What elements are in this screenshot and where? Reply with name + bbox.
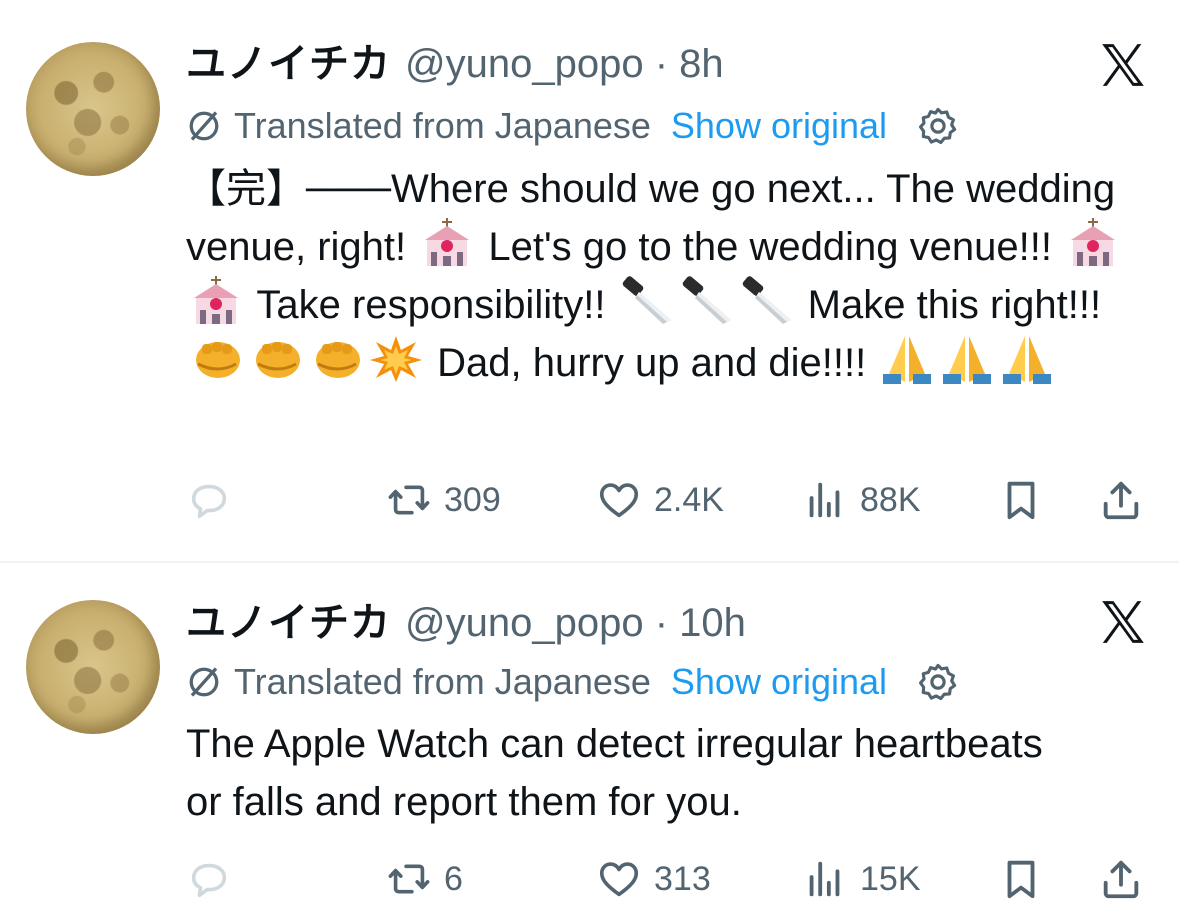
translated-label: Translated from Japanese xyxy=(234,105,651,146)
bookmark-button[interactable] xyxy=(998,849,1044,909)
translate-icon xyxy=(189,111,219,141)
like-count: 313 xyxy=(654,859,711,898)
share-button[interactable] xyxy=(1098,849,1144,909)
tweet-text-part: Let's go to the wedding venue!!! xyxy=(477,225,1064,269)
tweet-text-part: Make this right!!! xyxy=(796,283,1102,327)
reply-button[interactable] xyxy=(186,849,232,909)
user-handle[interactable]: @yuno_popo xyxy=(405,42,644,86)
share-icon xyxy=(1103,860,1139,899)
like-button[interactable]: 2.4K xyxy=(596,470,724,530)
like-button[interactable]: 313 xyxy=(596,849,711,909)
tweet-text: The Apple Watch can detect irregular hea… xyxy=(186,722,1043,824)
display-name[interactable]: ユノイチカ xyxy=(186,601,391,645)
translation-notice: Translated from Japanese Show original xyxy=(186,104,959,148)
display-name[interactable]: ユノイチカ xyxy=(186,42,391,86)
timestamp[interactable]: 8h xyxy=(679,42,724,86)
separator-dot: · xyxy=(654,42,669,86)
separator-dot: · xyxy=(654,601,669,645)
folded-hands-emoji xyxy=(999,334,1055,384)
wedding-chapel-emoji xyxy=(1065,218,1121,268)
timestamp[interactable]: 10h xyxy=(679,601,746,645)
tweet-card[interactable]: ユノイチカ @yuno_popo · 8h Translated from Jap… xyxy=(0,0,1179,560)
wedding-chapel-emoji xyxy=(188,276,244,326)
views-icon xyxy=(809,482,840,518)
translated-label: Translated from Japanese xyxy=(234,661,651,702)
avatar[interactable] xyxy=(26,600,160,734)
show-original-link[interactable]: Show original xyxy=(671,104,887,148)
x-logo-icon xyxy=(1102,601,1144,643)
retweet-button[interactable]: 309 xyxy=(386,470,501,530)
retweet-count: 309 xyxy=(444,480,501,519)
tweet-header: ユノイチカ @yuno_popo · 10h xyxy=(186,599,746,647)
bookmark-button[interactable] xyxy=(998,470,1044,530)
views-button[interactable]: 88K xyxy=(802,470,921,530)
wedding-chapel-emoji xyxy=(419,218,475,268)
translation-notice: Translated from Japanese Show original xyxy=(186,660,959,704)
retweet-icon xyxy=(388,485,430,515)
oncoming-fist-emoji xyxy=(308,334,364,384)
kitchen-knife-emoji xyxy=(739,276,795,326)
reply-button[interactable] xyxy=(186,470,232,530)
like-icon xyxy=(599,862,639,897)
bookmark-icon xyxy=(1007,860,1035,899)
views-button[interactable]: 15K xyxy=(802,849,921,909)
kitchen-knife-emoji xyxy=(619,276,675,326)
tweet-text-part: Take responsibility!! xyxy=(246,283,617,327)
like-icon xyxy=(599,483,639,518)
gear-icon[interactable] xyxy=(917,661,959,703)
tweet-text-part: Dad, hurry up and die!!!! xyxy=(426,341,878,385)
gear-icon[interactable] xyxy=(917,105,959,147)
folded-hands-emoji xyxy=(879,334,935,384)
tweet-card[interactable]: ユノイチカ @yuno_popo · 10h Translated from Ja… xyxy=(0,563,1179,921)
folded-hands-emoji xyxy=(939,334,995,384)
tweet-text: 【完】───Where should we go next... The wed… xyxy=(186,160,1146,392)
views-count: 88K xyxy=(860,480,921,519)
oncoming-fist-emoji xyxy=(248,334,304,384)
reply-icon xyxy=(191,863,227,898)
show-original-link[interactable]: Show original xyxy=(671,660,887,704)
kitchen-knife-emoji xyxy=(679,276,735,326)
retweet-button[interactable]: 6 xyxy=(386,849,463,909)
like-count: 2.4K xyxy=(654,480,724,519)
reply-icon xyxy=(191,484,227,519)
share-icon xyxy=(1103,481,1139,520)
oncoming-fist-emoji xyxy=(188,334,244,384)
action-bar: 309 2.4K 88K xyxy=(186,470,1146,530)
avatar[interactable] xyxy=(26,42,160,176)
retweet-count: 6 xyxy=(444,859,463,898)
share-button[interactable] xyxy=(1098,470,1144,530)
translate-icon xyxy=(189,667,219,697)
collision-emoji xyxy=(368,334,424,384)
retweet-icon xyxy=(388,864,430,894)
tweet-header: ユノイチカ @yuno_popo · 8h xyxy=(186,40,724,88)
views-count: 15K xyxy=(860,859,921,898)
bookmark-icon xyxy=(1007,481,1035,520)
x-logo-icon xyxy=(1102,44,1144,86)
user-handle[interactable]: @yuno_popo xyxy=(405,601,644,645)
views-icon xyxy=(809,861,840,897)
action-bar: 6 313 15K xyxy=(186,849,1146,909)
